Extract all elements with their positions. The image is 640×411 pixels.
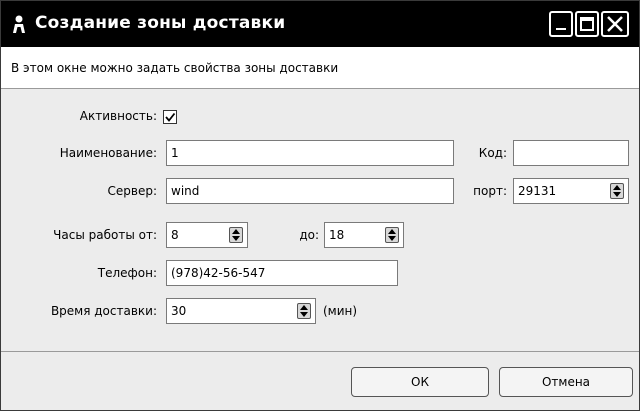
maximize-icon [580,17,594,31]
port-spinner[interactable]: 29131 [513,178,629,204]
minimize-icon [556,28,566,30]
delivery-time-label: Время доставки: [50,304,157,318]
hours-from-value: 8 [171,228,179,242]
cancel-button[interactable]: Отмена [499,367,633,397]
delivery-time-spinner[interactable]: 30 [166,298,316,324]
window-title: Создание зоны доставки [35,13,286,33]
minimize-button[interactable] [549,11,573,37]
server-field[interactable]: wind [166,178,454,204]
name-label: Наименование: [59,146,157,160]
person-icon [13,15,25,33]
phone-label: Телефон: [97,266,157,280]
server-label: Сервер: [107,184,158,198]
title-bar[interactable]: Создание зоны доставки [1,1,639,47]
maximize-button[interactable] [575,11,599,37]
name-field[interactable]: 1 [166,140,454,166]
hours-to-label: до: [299,228,319,242]
hours-from-label: Часы работы от: [53,228,157,242]
footer-separator [1,351,639,352]
dialog-window: Создание зоны доставки В этом окне можно… [0,0,640,411]
port-value: 29131 [518,184,557,198]
delivery-time-unit: (мин) [323,304,358,318]
phone-field[interactable]: (978)42-56-547 [166,260,398,286]
close-icon [607,16,623,32]
port-label: порт: [473,184,507,198]
active-label: Активность: [79,109,157,123]
active-checkbox[interactable] [163,110,177,124]
code-field[interactable] [513,140,629,166]
hours-from-spinner[interactable]: 8 [166,222,248,248]
hours-to-value: 18 [329,228,345,242]
ok-button[interactable]: ОК [351,367,489,397]
spinner-arrows-icon[interactable] [297,303,311,319]
spinner-arrows-icon[interactable] [385,227,399,243]
close-button[interactable] [601,11,629,37]
description-panel: В этом окне можно задать свойства зоны д… [1,47,639,89]
check-icon [165,112,176,122]
delivery-time-value: 30 [171,304,187,318]
description-text: В этом окне можно задать свойства зоны д… [11,61,339,75]
hours-to-spinner[interactable]: 18 [324,222,404,248]
spinner-arrows-icon[interactable] [229,227,243,243]
spinner-arrows-icon[interactable] [610,183,624,199]
code-label: Код: [478,146,507,160]
